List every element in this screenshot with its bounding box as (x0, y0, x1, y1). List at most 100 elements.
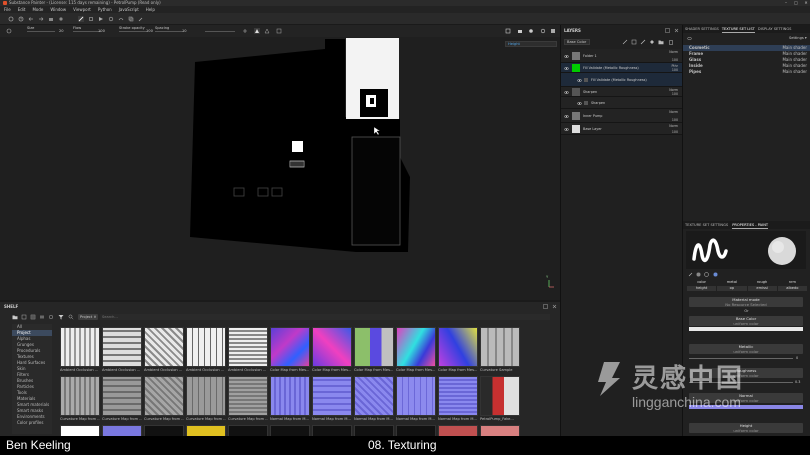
base-color-swatch[interactable] (689, 327, 803, 331)
color-picker-icon[interactable] (138, 16, 144, 22)
layer-visibility-icon[interactable] (564, 54, 569, 59)
menu-javascript[interactable]: JavaScript (119, 6, 139, 13)
clone-icon[interactable] (128, 16, 134, 22)
paint-brush-icon[interactable] (78, 16, 84, 22)
channel-rough[interactable]: rough (748, 280, 777, 285)
add-paint-layer-icon[interactable] (640, 39, 646, 45)
eraser-icon[interactable] (88, 16, 94, 22)
shelf-resource-thumbnail[interactable] (396, 376, 436, 416)
shelf-resource-thumbnail[interactable] (396, 327, 436, 367)
layer-blend-mode[interactable]: Norm (669, 124, 678, 128)
shelf-resource-thumbnail[interactable] (144, 425, 184, 436)
size-value[interactable]: 20 (59, 29, 64, 33)
screen-square-icon[interactable] (505, 28, 511, 34)
paint-mode-icon[interactable] (688, 272, 693, 277)
layer-row[interactable]: Fill Validate (Metallic Roughness) (561, 73, 682, 87)
flow-slider[interactable] (73, 31, 101, 32)
shelf-resource-thumbnail[interactable] (396, 425, 436, 436)
projection-icon[interactable] (98, 16, 104, 22)
channel-metal[interactable]: metal (717, 280, 746, 285)
camera-view-icon[interactable] (517, 28, 523, 34)
history-icon[interactable] (18, 16, 24, 22)
metallic-picker[interactable]: Metallic uniform color (689, 344, 803, 354)
shelf-resource-thumbnail[interactable] (102, 425, 142, 436)
delete-layer-icon[interactable] (668, 39, 674, 45)
material-mode-picker[interactable]: Material mode No Resource Selected (689, 297, 803, 307)
shelf-resource-thumbnail[interactable] (312, 425, 352, 436)
layer-row[interactable]: Sharpen Norm 100 (561, 87, 682, 97)
shelf-resource-thumbnail[interactable] (144, 376, 184, 416)
layer-row[interactable]: Base Layer Norm 100 (561, 123, 682, 135)
shelf-resource-thumbnail[interactable] (438, 376, 478, 416)
menu-mode[interactable]: Mode (32, 6, 43, 13)
channel-albedo[interactable]: albedo (777, 286, 807, 291)
texture-set-row[interactable]: Pipes Main shader (683, 69, 810, 75)
layer-visibility-icon[interactable] (564, 66, 569, 71)
list-view-icon[interactable] (39, 314, 45, 320)
shelf-resource-thumbnail[interactable] (270, 327, 310, 367)
add-effect-icon[interactable] (622, 39, 628, 45)
metallic-slider[interactable] (689, 358, 793, 359)
roughness-picker[interactable]: Roughness uniform color (689, 368, 803, 378)
undo-icon[interactable] (28, 16, 34, 22)
shelf-resource-thumbnail[interactable] (186, 425, 226, 436)
menu-viewport[interactable]: Viewport (73, 6, 91, 13)
roughness-slider[interactable] (689, 382, 793, 383)
roughness-slider-value[interactable]: 0.3 (795, 380, 800, 384)
grid-view-icon[interactable] (30, 314, 36, 320)
shelf-resource-thumbnail[interactable] (480, 425, 520, 436)
layer-visibility-icon[interactable] (564, 127, 569, 132)
redo-icon[interactable] (38, 16, 44, 22)
render-icon[interactable] (550, 28, 556, 34)
mirror-icon[interactable] (264, 28, 270, 34)
environment-icon[interactable] (540, 28, 546, 34)
ts-settings-dropdown[interactable]: Settings ▾ (789, 36, 807, 40)
stroke-opacity-value[interactable]: 100 (146, 29, 153, 33)
alignment-slider[interactable] (205, 31, 235, 32)
layer-opacity[interactable]: 100 (672, 68, 678, 72)
panel-close-icon[interactable] (552, 304, 557, 309)
channel-color[interactable]: color (687, 280, 716, 285)
project-filter-tag[interactable]: Project ✕ (78, 314, 98, 320)
settings-small-icon[interactable] (48, 314, 54, 320)
shelf-resource-thumbnail[interactable] (60, 376, 100, 416)
menu-edit[interactable]: Edit (18, 6, 26, 13)
normal-swatch[interactable] (689, 405, 803, 409)
brush-preset-icon[interactable] (6, 28, 12, 34)
layer-visibility-icon[interactable] (564, 114, 569, 119)
shelf-category-item[interactable]: Color profiles (12, 420, 52, 426)
metallic-slider-value[interactable]: 0 (796, 356, 798, 360)
shelf-resource-thumbnail[interactable] (354, 425, 394, 436)
shelf-resource-thumbnail[interactable] (144, 327, 184, 367)
layer-opacity[interactable]: 100 (672, 92, 678, 96)
tab-texture-set-list[interactable]: TEXTURE SET LIST (721, 25, 755, 33)
shelf-resource-thumbnail[interactable] (60, 425, 100, 436)
shelf-search-input[interactable]: Search... (100, 314, 550, 320)
flow-value[interactable]: 100 (98, 29, 105, 33)
grid-icon[interactable] (276, 28, 282, 34)
camera-icon[interactable] (48, 16, 54, 22)
share-icon[interactable] (58, 16, 64, 22)
panel-close-icon[interactable] (674, 28, 679, 33)
tab-display-settings[interactable]: DISPLAY SETTINGS (758, 25, 792, 33)
layer-visibility-icon[interactable] (564, 90, 569, 95)
channel-height[interactable]: height (687, 286, 717, 291)
menu-file[interactable]: File (4, 6, 11, 13)
stencil-icon[interactable] (713, 272, 718, 277)
add-folder-icon[interactable] (658, 39, 664, 45)
layer-blend-mode[interactable]: Norm (669, 50, 678, 54)
base-color-picker[interactable]: Base Color uniform color (689, 316, 803, 326)
uv-texture-canvas[interactable] (0, 37, 560, 300)
shelf-resource-thumbnail[interactable] (312, 327, 352, 367)
layer-row[interactable]: Sharpen (561, 97, 682, 109)
search-icon[interactable] (68, 314, 74, 320)
shelf-resource-thumbnail[interactable] (102, 376, 142, 416)
folder-icon[interactable] (12, 314, 18, 320)
panel-float-icon[interactable] (543, 304, 548, 309)
size-slider[interactable] (27, 31, 55, 32)
add-fill-layer-icon[interactable] (649, 39, 655, 45)
menu-help[interactable]: Help (146, 6, 155, 13)
panel-float-icon[interactable] (665, 28, 670, 33)
symmetry-icon[interactable] (242, 28, 248, 34)
shelf-resource-thumbnail[interactable] (186, 327, 226, 367)
